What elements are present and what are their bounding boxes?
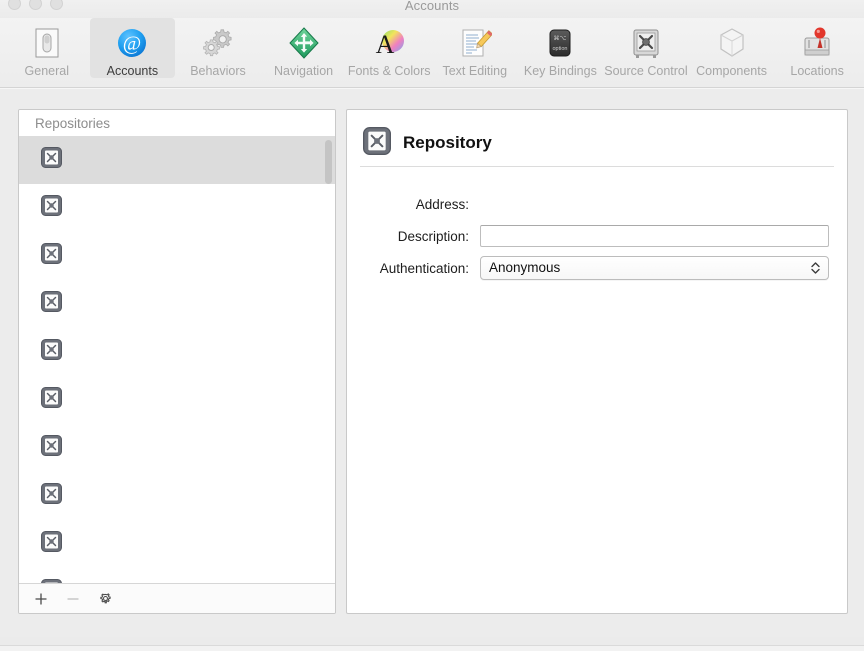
repository-form: Address: Description: Authentication: An…	[347, 167, 847, 280]
preferences-toolbar: General @ Accounts Behaviors Navigation …	[0, 18, 864, 88]
repository-detail-panel: Repository Address: Description: Authent…	[346, 109, 848, 614]
tab-components[interactable]: Components	[689, 18, 775, 78]
repositories-footer-toolbar	[19, 583, 335, 613]
tab-key-bindings-label: Key Bindings	[523, 64, 597, 78]
repositories-list[interactable]	[19, 136, 335, 583]
description-label: Description:	[397, 228, 469, 244]
green-diamond-arrows-icon	[285, 24, 323, 62]
repository-icon	[41, 243, 62, 269]
authentication-label: Authentication:	[379, 260, 469, 276]
background-window-strip	[0, 637, 864, 651]
repository-icon	[41, 339, 62, 365]
address-label: Address:	[415, 196, 469, 212]
letter-a-color-wheel-icon: A	[370, 24, 408, 62]
tab-fonts-and-colors-label: Fonts & Colors	[347, 64, 431, 78]
gear-icon[interactable]	[95, 589, 115, 609]
svg-text:@: @	[123, 33, 141, 55]
sidebar-scrollbar-thumb[interactable]	[325, 140, 332, 184]
repository-icon	[363, 126, 391, 160]
bg-strip-segment	[0, 645, 316, 651]
svg-text:⌘⌥: ⌘⌥	[554, 35, 567, 42]
preferences-content: Repositories Repository Address: Descrip…	[0, 89, 864, 637]
description-row: Description:	[347, 225, 847, 247]
at-sign-icon: @	[113, 24, 151, 62]
window-title: Accounts	[404, 0, 460, 13]
tab-locations-label: Locations	[790, 64, 844, 78]
svg-text:option: option	[553, 46, 568, 52]
tab-text-editing[interactable]: Text Editing	[432, 18, 518, 78]
safe-vault-icon	[627, 24, 665, 62]
tab-navigation[interactable]: Navigation	[261, 18, 347, 78]
bg-strip-segment	[524, 645, 864, 651]
repository-icon	[41, 579, 62, 583]
add-repository-button[interactable]	[31, 589, 51, 609]
list-item[interactable]	[19, 280, 335, 328]
keyboard-key-icon: ⌘⌥ option	[541, 24, 579, 62]
repository-icon	[41, 147, 62, 173]
tab-general-label: General	[24, 64, 70, 78]
repository-detail-header: Repository	[347, 110, 847, 160]
repository-icon	[41, 387, 62, 413]
bg-strip-segment	[316, 645, 524, 651]
repositories-header: Repositories	[19, 110, 335, 136]
tab-source-control-label: Source Control	[604, 64, 688, 78]
authentication-selected-value: Anonymous	[489, 260, 561, 275]
authentication-select[interactable]: Anonymous	[480, 256, 829, 280]
tab-locations[interactable]: Locations	[774, 18, 860, 78]
list-item[interactable]	[19, 328, 335, 376]
tab-general[interactable]: General	[4, 18, 90, 78]
document-pencil-icon	[456, 24, 494, 62]
tab-source-control[interactable]: Source Control	[603, 18, 689, 78]
list-item[interactable]	[19, 424, 335, 472]
hexagon-box-icon	[713, 24, 751, 62]
tab-components-label: Components	[696, 64, 767, 78]
tab-behaviors[interactable]: Behaviors	[175, 18, 261, 78]
tab-fonts-and-colors[interactable]: A Fonts & Colors	[346, 18, 432, 78]
repositories-sidebar: Repositories	[18, 109, 336, 614]
svg-text:A: A	[376, 30, 395, 59]
repository-icon	[41, 435, 62, 461]
list-item[interactable]	[19, 232, 335, 280]
repository-icon	[41, 195, 62, 221]
tab-navigation-label: Navigation	[274, 64, 334, 78]
repository-icon	[41, 291, 62, 317]
remove-repository-button	[63, 589, 83, 609]
tab-accounts[interactable]: @ Accounts	[89, 18, 176, 78]
hard-drive-pin-icon	[798, 24, 836, 62]
list-item[interactable]	[19, 376, 335, 424]
list-item[interactable]	[19, 568, 335, 583]
repository-icon	[41, 531, 62, 557]
tab-text-editing-label: Text Editing	[442, 64, 508, 78]
description-input[interactable]	[480, 225, 829, 247]
list-item[interactable]	[19, 472, 335, 520]
tab-behaviors-label: Behaviors	[190, 64, 246, 78]
gears-icon	[199, 24, 237, 62]
list-item[interactable]	[19, 520, 335, 568]
tab-key-bindings[interactable]: ⌘⌥ option Key Bindings	[518, 18, 604, 78]
repository-icon	[41, 483, 62, 509]
preferences-window: Accounts General @ Accounts Behaviors Na…	[0, 0, 864, 637]
tab-accounts-label: Accounts	[106, 64, 159, 78]
authentication-row: Authentication: Anonymous	[347, 256, 847, 280]
page-title: Repository	[403, 133, 492, 152]
list-item[interactable]	[19, 136, 335, 184]
general-switch-icon	[28, 24, 66, 62]
chevron-updown-icon	[810, 260, 821, 276]
address-row: Address:	[347, 193, 847, 215]
list-item[interactable]	[19, 184, 335, 232]
titlebar: Accounts	[0, 0, 864, 18]
